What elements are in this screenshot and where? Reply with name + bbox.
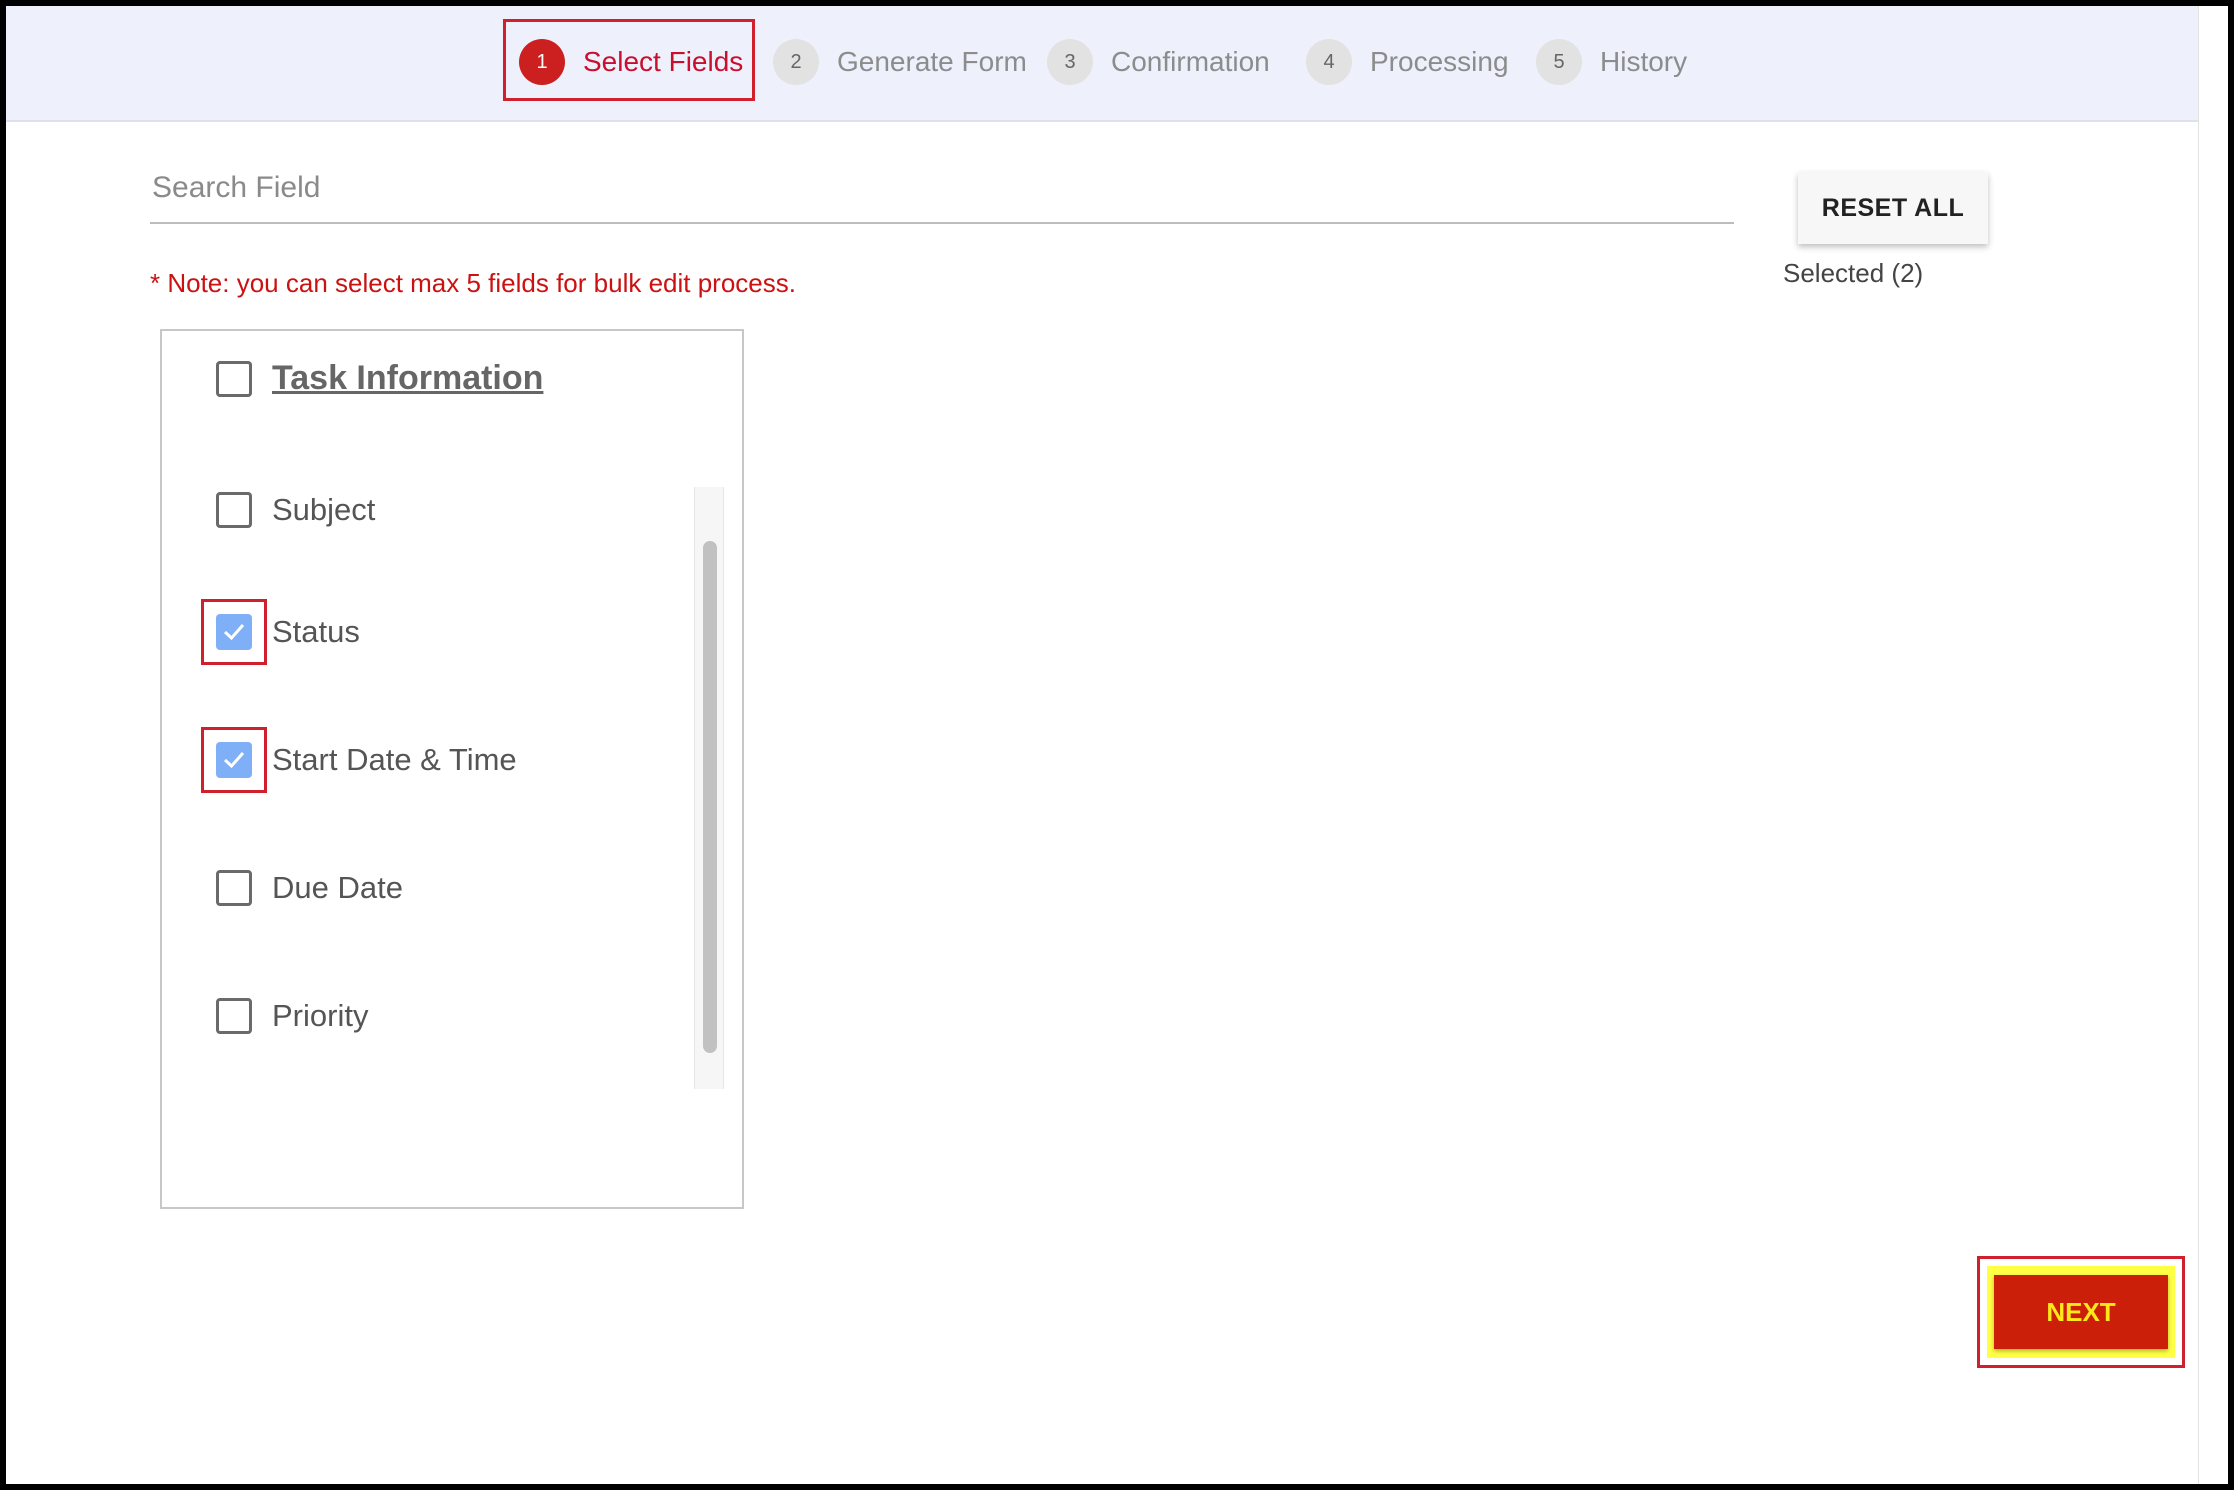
field-list-scrollbar[interactable]	[694, 487, 724, 1089]
step-label: History	[1600, 46, 1688, 77]
field-label: Due Date	[272, 870, 403, 905]
group-title: Task Information	[272, 359, 544, 397]
field-label: Start Date & Time	[272, 742, 517, 777]
step-confirmation[interactable]: 3 Confirmation	[1047, 38, 1270, 86]
step-number: 4	[1306, 39, 1352, 85]
step-number: 1	[519, 39, 565, 85]
next-button-wrapper: NEXT	[1987, 1266, 2175, 1358]
step-history[interactable]: 5 History	[1536, 38, 1687, 86]
step-generate-form[interactable]: 2 Generate Form	[773, 38, 1027, 86]
max-fields-note: * Note: you can select max 5 fields for …	[150, 268, 796, 298]
step-label: Processing	[1370, 46, 1509, 77]
field-checkbox[interactable]	[216, 492, 252, 528]
field-label: Subject	[272, 492, 376, 527]
group-checkbox[interactable]	[216, 360, 252, 397]
search-input[interactable]	[150, 158, 1738, 218]
scrollbar-thumb[interactable]	[703, 541, 717, 1053]
field-row-due-date[interactable]: Due Date	[216, 865, 403, 911]
field-row-priority[interactable]: Priority	[216, 993, 368, 1039]
field-label: Status	[272, 614, 360, 649]
group-row-task-information[interactable]: Task Information	[216, 359, 543, 398]
search-field-container	[150, 158, 1738, 224]
step-select-fields[interactable]: 1 Select Fields	[519, 38, 743, 86]
next-button[interactable]: NEXT	[1994, 1275, 2168, 1349]
field-checkbox[interactable]	[216, 998, 252, 1034]
field-row-subject[interactable]: Subject	[216, 487, 375, 533]
step-number: 2	[773, 39, 819, 85]
field-row-start-date-time[interactable]: Start Date & Time	[216, 737, 517, 783]
page-scrollbar[interactable]	[2198, 6, 2228, 1484]
field-checkbox[interactable]	[216, 870, 252, 906]
step-number: 5	[1536, 39, 1582, 85]
reset-all-button[interactable]: RESET ALL	[1798, 172, 1988, 244]
field-list-panel: Task Information Subject Status Start Da…	[160, 329, 744, 1209]
field-label: Priority	[272, 998, 369, 1033]
selected-count: Selected (2)	[1783, 258, 1924, 288]
step-number: 3	[1047, 39, 1093, 85]
step-processing[interactable]: 4 Processing	[1306, 38, 1509, 86]
step-label: Confirmation	[1111, 46, 1270, 77]
field-checkbox[interactable]	[216, 742, 252, 778]
field-checkbox[interactable]	[216, 614, 252, 650]
bulk-edit-window: 1 Select Fields 2 Generate Form 3 Confir…	[6, 6, 2198, 1484]
stepper: 1 Select Fields 2 Generate Form 3 Confir…	[6, 6, 2198, 122]
step-label: Generate Form	[837, 46, 1027, 77]
step-label: Select Fields	[583, 46, 744, 77]
field-row-status[interactable]: Status	[216, 609, 360, 655]
